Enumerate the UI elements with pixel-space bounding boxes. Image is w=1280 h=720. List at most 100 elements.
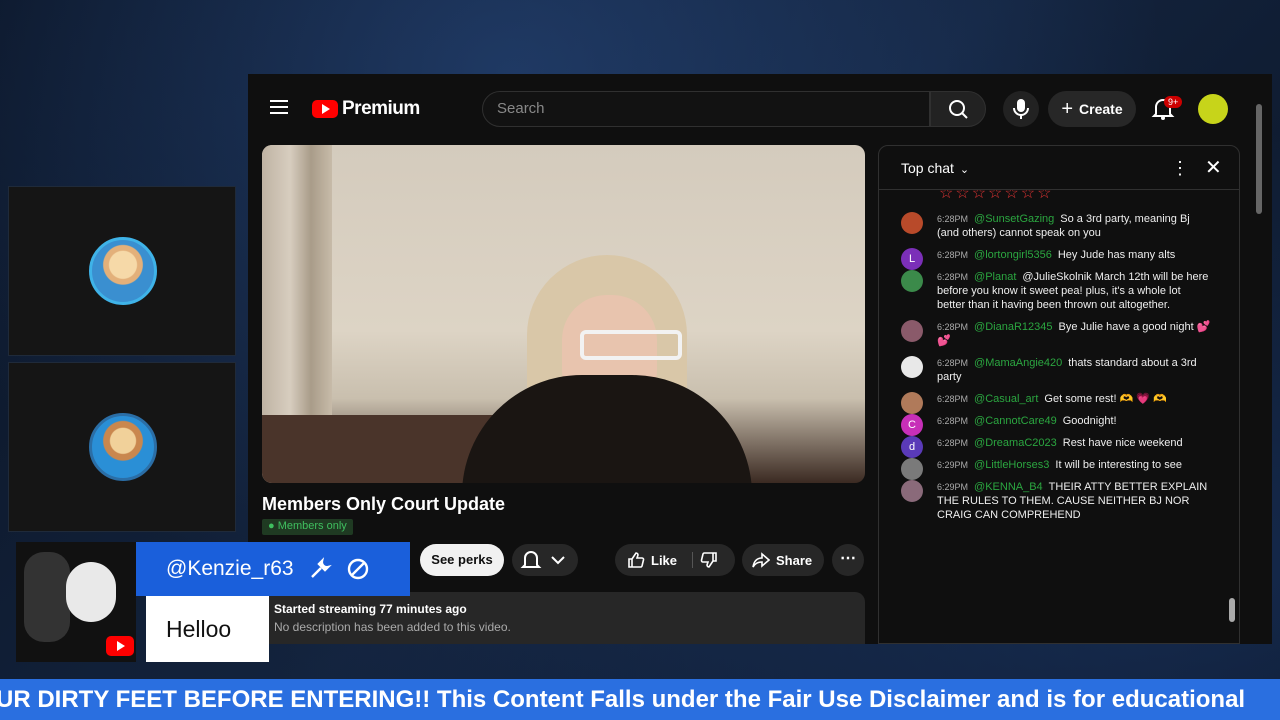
chat-message: 6:29PM @LittleHorses3 It will be interesti… [879,458,1231,480]
youtube-premium-logo[interactable]: Premium [312,98,420,120]
chat-more-icon[interactable]: ⋮ [1171,158,1189,179]
chat-author-avatar[interactable] [901,392,923,414]
chat-timestamp: 6:29PM [937,460,969,470]
chat-header: Top chat ⌄ ⋮ ✕ [879,146,1239,190]
share-button[interactable]: Share [742,544,824,576]
chat-message: 6:28PM @MamaAngie420 thats standard about … [879,356,1231,384]
description-text: No description has been added to this vi… [274,620,511,634]
page-scrollbar[interactable] [1256,104,1262,214]
members-only-badge: ● Members only [262,519,353,535]
chat-author-avatar[interactable] [901,212,923,234]
menu-icon[interactable] [270,100,288,114]
chat-author-name[interactable]: @MamaAngie420 [974,357,1062,369]
overlay-message: Helloo [146,596,269,662]
close-icon[interactable]: ✕ [1205,155,1222,180]
chat-message: 6:28PM @DianaR12345 Bye Julie have a good … [879,320,1231,348]
chat-timestamp: 6:28PM [937,322,969,332]
chat-author-name[interactable]: @LittleHorses3 [974,459,1049,471]
chat-message: 6:28PM @SunsetGazing So a 3rd party, meani… [879,212,1231,240]
block-icon [347,558,368,580]
video-description[interactable]: Started streaming 77 minutes ago No desc… [262,592,865,644]
chat-timestamp: 6:29PM [937,482,969,492]
chat-message-text: Goodnight! [1062,415,1117,427]
search-input[interactable]: Search [482,91,930,127]
chat-timestamp: 6:28PM [937,358,969,368]
chat-author-name[interactable]: @Planat [974,271,1016,283]
chat-message: 6:28PM @Casual_art Get some rest! 🫶 💗 🫶 [879,392,1231,414]
ticker-banner: UR DIRTY FEET BEFORE ENTERING!! This Con… [0,679,1280,720]
chat-message-text: Get some rest! 🫶 💗 🫶 [1044,393,1167,405]
ticker-text: UR DIRTY FEET BEFORE ENTERING!! This Con… [0,686,1246,713]
chat-timestamp: 6:28PM [937,416,969,426]
share-label: Share [776,552,813,568]
chat-timestamp: 6:28PM [937,272,969,282]
see-perks-button[interactable]: See perks [420,544,504,576]
chat-author-avatar[interactable] [901,320,923,342]
chat-message: 6:28PM @Planat @JulieSkolnik March 12th wi… [879,270,1231,312]
notification-badge: 9+ [1164,96,1183,108]
chat-author-name[interactable]: @DreamaC2023 [974,437,1057,449]
chat-mode-label: Top chat [901,160,954,176]
chat-author-name[interactable]: @KENNA_B4 [974,481,1043,493]
chat-message-text: Rest have nice weekend [1062,437,1183,449]
chat-timestamp: 6:28PM [937,394,969,404]
chevron-down-icon: ⌄ [959,164,970,176]
participant-tile-1 [8,186,236,356]
notification-toggle-button[interactable] [512,544,578,576]
chat-mode-dropdown[interactable]: Top chat ⌄ [901,160,969,176]
video-title: Members Only Court Update [262,494,506,514]
video-person-body [462,375,752,483]
overlay-username: @Kenzie_r63 [166,557,294,580]
chat-author-avatar[interactable]: d [901,436,923,458]
dislike-button[interactable] [700,551,718,574]
thumbs-up-icon [628,552,645,568]
members-only-label: Members only [277,520,347,532]
chat-author-name[interactable]: @Casual_art [974,393,1038,405]
video-player[interactable] [262,145,865,483]
search-button[interactable] [930,91,986,127]
chat-author-avatar[interactable]: C [901,414,923,436]
overlay-cat-figure [24,552,70,642]
emoji-row: ☆☆☆☆☆☆☆ [939,190,1054,202]
voice-search-button[interactable] [1003,91,1039,127]
create-label: Create [1079,101,1123,117]
chat-author-avatar[interactable] [901,356,923,378]
chat-message-text: It will be interesting to see [1055,459,1182,471]
youtube-logo-icon [106,636,134,656]
create-button[interactable]: + Create [1048,91,1136,127]
wrench-icon [310,557,332,578]
more-horizontal-icon: ⋯ [840,550,856,567]
video-person-glasses [580,330,682,360]
overlay-name-bar: @Kenzie_r63 [136,542,410,596]
mic-icon [1013,99,1029,119]
chat-timestamp: 6:28PM [937,250,969,260]
participant-avatar [89,237,157,305]
chat-message: d 6:28PM @DreamaC2023 Rest have nice weeken… [879,436,1231,458]
overlay-profile-image [16,542,136,662]
thumbs-down-icon [700,552,717,568]
logo-text: Premium [342,98,420,119]
chat-author-avatar[interactable]: L [901,248,923,270]
chat-author-name[interactable]: @SunsetGazing [974,213,1054,225]
participant-tile-2 [8,362,236,532]
chat-author-avatar[interactable] [901,458,923,480]
chat-author-name[interactable]: @CannotCare49 [974,415,1057,427]
overlay-skull-figure [66,562,116,622]
chat-message: C 6:28PM @CannotCare49 Goodnight! [879,414,1231,436]
chat-timestamp: 6:28PM [937,438,969,448]
more-actions-button[interactable]: ⋯ [832,544,864,576]
chat-message: 6:29PM @KENNA_B4 THEIR ATTY BETTER EXPLAIN… [879,480,1231,522]
participant-avatar [89,413,157,481]
chat-author-avatar[interactable] [901,480,923,502]
chat-message-list: 6:28PM @SunsetGazing So a 3rd party, meani… [879,212,1231,530]
youtube-logo-icon [312,100,338,118]
chat-author-name[interactable]: @DianaR12345 [974,321,1052,333]
chat-timestamp: 6:28PM [937,214,969,224]
bell-icon [520,551,565,568]
chat-author-avatar[interactable] [901,270,923,292]
like-divider [692,552,693,568]
account-avatar[interactable] [1198,94,1228,124]
share-icon [752,552,770,568]
chat-scrollbar[interactable] [1229,598,1235,622]
chat-author-name[interactable]: @lortongirl5356 [974,249,1052,261]
